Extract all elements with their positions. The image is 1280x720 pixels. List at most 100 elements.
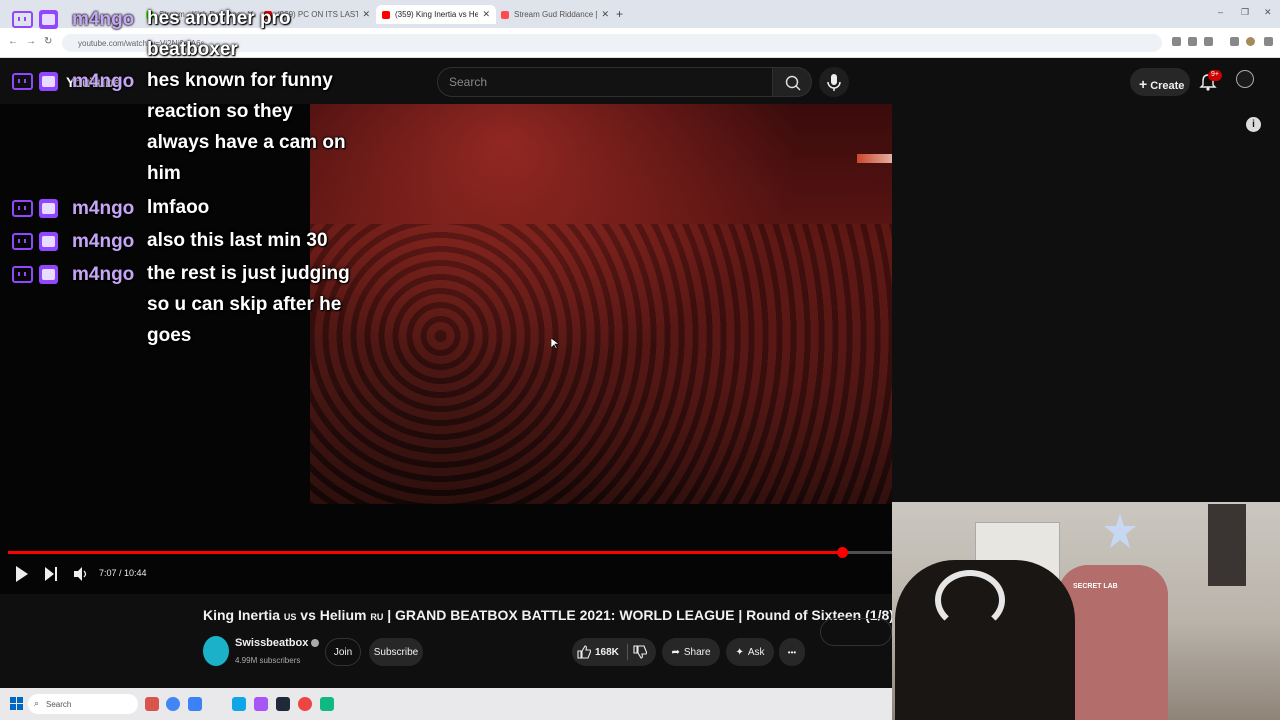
subscribe-button[interactable]: Subscribe bbox=[369, 638, 423, 666]
twitch-badge-icon bbox=[12, 199, 58, 218]
title-part: King Inertia bbox=[203, 607, 284, 623]
create-button[interactable]: + Create bbox=[1130, 68, 1190, 96]
twitch-badge-icon bbox=[12, 72, 58, 91]
taskbar-search[interactable]: ⌕ Search bbox=[28, 694, 138, 714]
video-player[interactable] bbox=[0, 104, 892, 594]
chat-message-text: goes bbox=[147, 325, 192, 346]
app-icon[interactable] bbox=[145, 697, 159, 711]
info-icon[interactable]: i bbox=[1246, 117, 1261, 132]
ask-label: Ask bbox=[747, 646, 765, 658]
thumbs-down-icon[interactable] bbox=[633, 645, 647, 659]
side-panel-chip[interactable] bbox=[820, 618, 892, 646]
ask-button[interactable]: ✦ Ask bbox=[726, 638, 774, 666]
steam-icon[interactable] bbox=[276, 697, 290, 711]
channel-avatar[interactable] bbox=[203, 636, 229, 666]
tab-label: Stream Gud Riddance [prod.mo bbox=[514, 10, 598, 19]
channel-name-text: Swissbeatbox bbox=[235, 637, 309, 649]
chat-username: m4ngo bbox=[72, 231, 135, 252]
edge-icon[interactable] bbox=[232, 697, 246, 711]
volume-icon[interactable] bbox=[73, 566, 89, 582]
chat-message-text: lmfaoo bbox=[147, 197, 210, 218]
maximize-button[interactable]: ❐ bbox=[1241, 7, 1249, 18]
stage-light bbox=[857, 154, 892, 163]
chat-username: m4ngo bbox=[72, 71, 135, 92]
screen: Stream - Kick Dashboard ✕ (969) PC ON IT… bbox=[0, 0, 1280, 720]
progress-scrubber[interactable] bbox=[836, 547, 848, 558]
profile-icon[interactable] bbox=[1246, 37, 1255, 46]
crowd-image bbox=[310, 224, 892, 504]
next-icon[interactable] bbox=[44, 565, 58, 583]
minimize-button[interactable]: – bbox=[1218, 7, 1223, 17]
windows-taskbar: ⌕ Search bbox=[0, 688, 892, 720]
search-button[interactable] bbox=[772, 67, 812, 97]
tab-king-inertia[interactable]: (359) King Inertia vs Helium ✕ bbox=[376, 5, 496, 24]
twitch-badge-icon bbox=[12, 10, 58, 29]
share-icon: ➦ bbox=[671, 646, 680, 658]
new-tab-button[interactable]: + bbox=[616, 7, 623, 21]
headset bbox=[935, 570, 1005, 630]
avatar[interactable] bbox=[1236, 70, 1254, 88]
voice-search-button[interactable] bbox=[819, 67, 849, 97]
chat-message-text: him bbox=[147, 163, 181, 184]
close-window-button[interactable]: ✕ bbox=[1264, 7, 1272, 18]
share-label: Share bbox=[683, 646, 711, 658]
verified-icon bbox=[311, 639, 320, 648]
twitch-badge-icon bbox=[12, 232, 58, 251]
chrome-icon[interactable] bbox=[298, 697, 312, 711]
stream-icon bbox=[501, 10, 509, 19]
tab-stream-gud-riddance[interactable]: Stream Gud Riddance [prod.mo ✕ bbox=[495, 5, 615, 24]
flag-ru: RU bbox=[370, 612, 384, 622]
chat-message-text: so u can skip after he bbox=[147, 294, 342, 315]
bookmark-star-icon[interactable] bbox=[1204, 37, 1213, 46]
chrome-icon[interactable] bbox=[166, 697, 180, 711]
more-vert-icon[interactable] bbox=[1264, 37, 1273, 46]
close-icon[interactable]: ✕ bbox=[362, 9, 370, 20]
twitch-badge-icon bbox=[12, 265, 58, 284]
mouse-cursor-icon bbox=[551, 338, 559, 350]
like-count[interactable]: 168K bbox=[595, 647, 619, 658]
channel-name[interactable]: Swissbeatbox bbox=[235, 637, 320, 649]
reload-icon[interactable]: ↻ bbox=[44, 36, 52, 47]
join-button[interactable]: Join bbox=[325, 638, 361, 666]
windows-start-icon[interactable] bbox=[10, 697, 23, 710]
webcam-wall-frame bbox=[1208, 504, 1246, 586]
close-icon[interactable]: ✕ bbox=[601, 9, 609, 20]
flag-us: US bbox=[283, 612, 297, 622]
chat-message-text: hes another pro bbox=[147, 8, 291, 29]
chat-message-text: reaction so they bbox=[147, 101, 293, 122]
search-input[interactable]: Search bbox=[437, 67, 773, 97]
extension-icon[interactable] bbox=[1172, 37, 1181, 46]
app-icon[interactable] bbox=[320, 697, 334, 711]
chat-message-text: the rest is just judging bbox=[147, 263, 350, 284]
progress-fill bbox=[8, 551, 842, 554]
zoom-icon[interactable] bbox=[1188, 37, 1197, 46]
chair-logo: SECRET LAB bbox=[1073, 583, 1118, 590]
app-icon[interactable] bbox=[188, 697, 202, 711]
tab-label: (359) King Inertia vs Helium bbox=[395, 10, 479, 19]
chat-username: m4ngo bbox=[72, 9, 135, 30]
like-dislike-group: 168K bbox=[572, 638, 656, 666]
progress-bar[interactable] bbox=[8, 547, 892, 558]
forward-icon[interactable]: → bbox=[26, 36, 36, 47]
close-icon[interactable]: ✕ bbox=[482, 9, 490, 20]
search-icon: ⌕ bbox=[34, 698, 40, 708]
menu-icon[interactable] bbox=[1230, 37, 1239, 46]
back-icon[interactable]: ← bbox=[8, 36, 18, 47]
mic-icon bbox=[827, 74, 841, 91]
notification-badge: 9+ bbox=[1208, 70, 1222, 81]
thumbs-up-icon[interactable] bbox=[577, 645, 591, 659]
divider bbox=[627, 644, 628, 660]
video-title: King Inertia US vs Helium RU | GRAND BEA… bbox=[203, 607, 894, 623]
taskbar-search-label: Search bbox=[46, 700, 72, 709]
share-button[interactable]: ➦ Share bbox=[662, 638, 720, 666]
play-icon[interactable] bbox=[15, 565, 29, 583]
more-actions-button[interactable]: ••• bbox=[779, 638, 805, 666]
sparkle-icon: ✦ bbox=[735, 646, 744, 658]
youtube-icon bbox=[382, 10, 390, 19]
star-decoration-icon bbox=[1104, 514, 1136, 548]
title-part: | GRAND BEATBOX BATTLE 2021: WORLD LEAGU… bbox=[383, 607, 894, 623]
chat-username: m4ngo bbox=[72, 198, 135, 219]
chat-username: m4ngo bbox=[72, 264, 135, 285]
subscriber-count: 4.99M subscribers bbox=[235, 656, 301, 665]
app-icon[interactable] bbox=[254, 697, 268, 711]
